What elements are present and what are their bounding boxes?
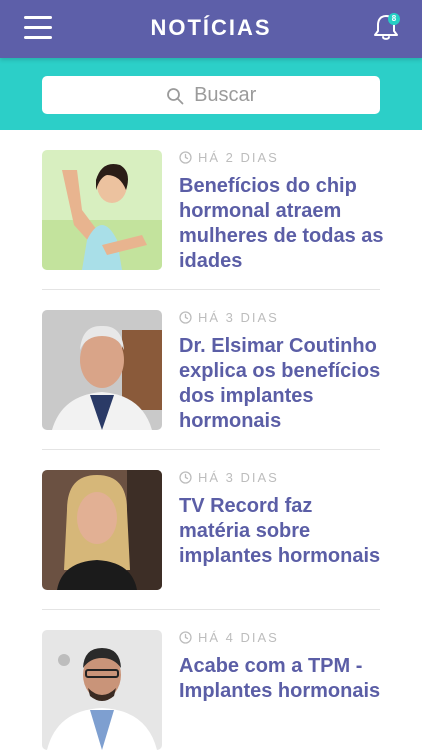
news-time: HÁ 4 DIAS [179, 630, 279, 646]
news-item[interactable]: HÁ 3 DIAS TV Record faz matéria sobre im… [42, 450, 380, 610]
news-thumbnail [42, 470, 162, 590]
news-title[interactable]: Acabe com a TPM - Implantes hormonais [179, 654, 384, 704]
clock-icon [179, 631, 192, 644]
clock-icon [179, 471, 192, 484]
search-placeholder: Buscar [194, 84, 257, 106]
notifications-button[interactable]: 8 [372, 12, 402, 44]
news-title[interactable]: Benefícios do chip hormonal atraem mulhe… [179, 174, 384, 274]
page-title: NOTÍCIAS [150, 15, 272, 40]
news-item[interactable]: HÁ 2 DIAS Benefícios do chip hormonal at… [42, 130, 384, 290]
news-time-label: HÁ 4 DIAS [198, 630, 279, 645]
app-header: NOTÍCIAS 8 [0, 0, 422, 58]
news-thumbnail [42, 630, 162, 750]
news-title[interactable]: Dr. Elsimar Coutinho explica os benefíci… [179, 334, 384, 434]
search-icon [166, 87, 184, 104]
search-bar: Buscar [0, 58, 422, 130]
news-time: HÁ 3 DIAS [179, 310, 279, 326]
news-time: HÁ 2 DIAS [179, 150, 279, 166]
news-time-label: HÁ 2 DIAS [198, 150, 279, 165]
news-time-label: HÁ 3 DIAS [198, 310, 279, 325]
search-input[interactable]: Buscar [42, 76, 380, 114]
notification-badge: 8 [388, 13, 400, 25]
news-title[interactable]: TV Record faz matéria sobre implantes ho… [179, 494, 384, 569]
news-item[interactable]: HÁ 3 DIAS Dr. Elsimar Coutinho explica o… [42, 290, 380, 450]
news-time: HÁ 3 DIAS [179, 470, 279, 486]
news-thumbnail [42, 310, 162, 430]
clock-icon [179, 311, 192, 324]
news-thumbnail [42, 150, 162, 270]
clock-icon [179, 151, 192, 164]
news-item[interactable]: HÁ 4 DIAS Acabe com a TPM - Implantes ho… [42, 610, 380, 750]
news-time-label: HÁ 3 DIAS [198, 470, 279, 485]
